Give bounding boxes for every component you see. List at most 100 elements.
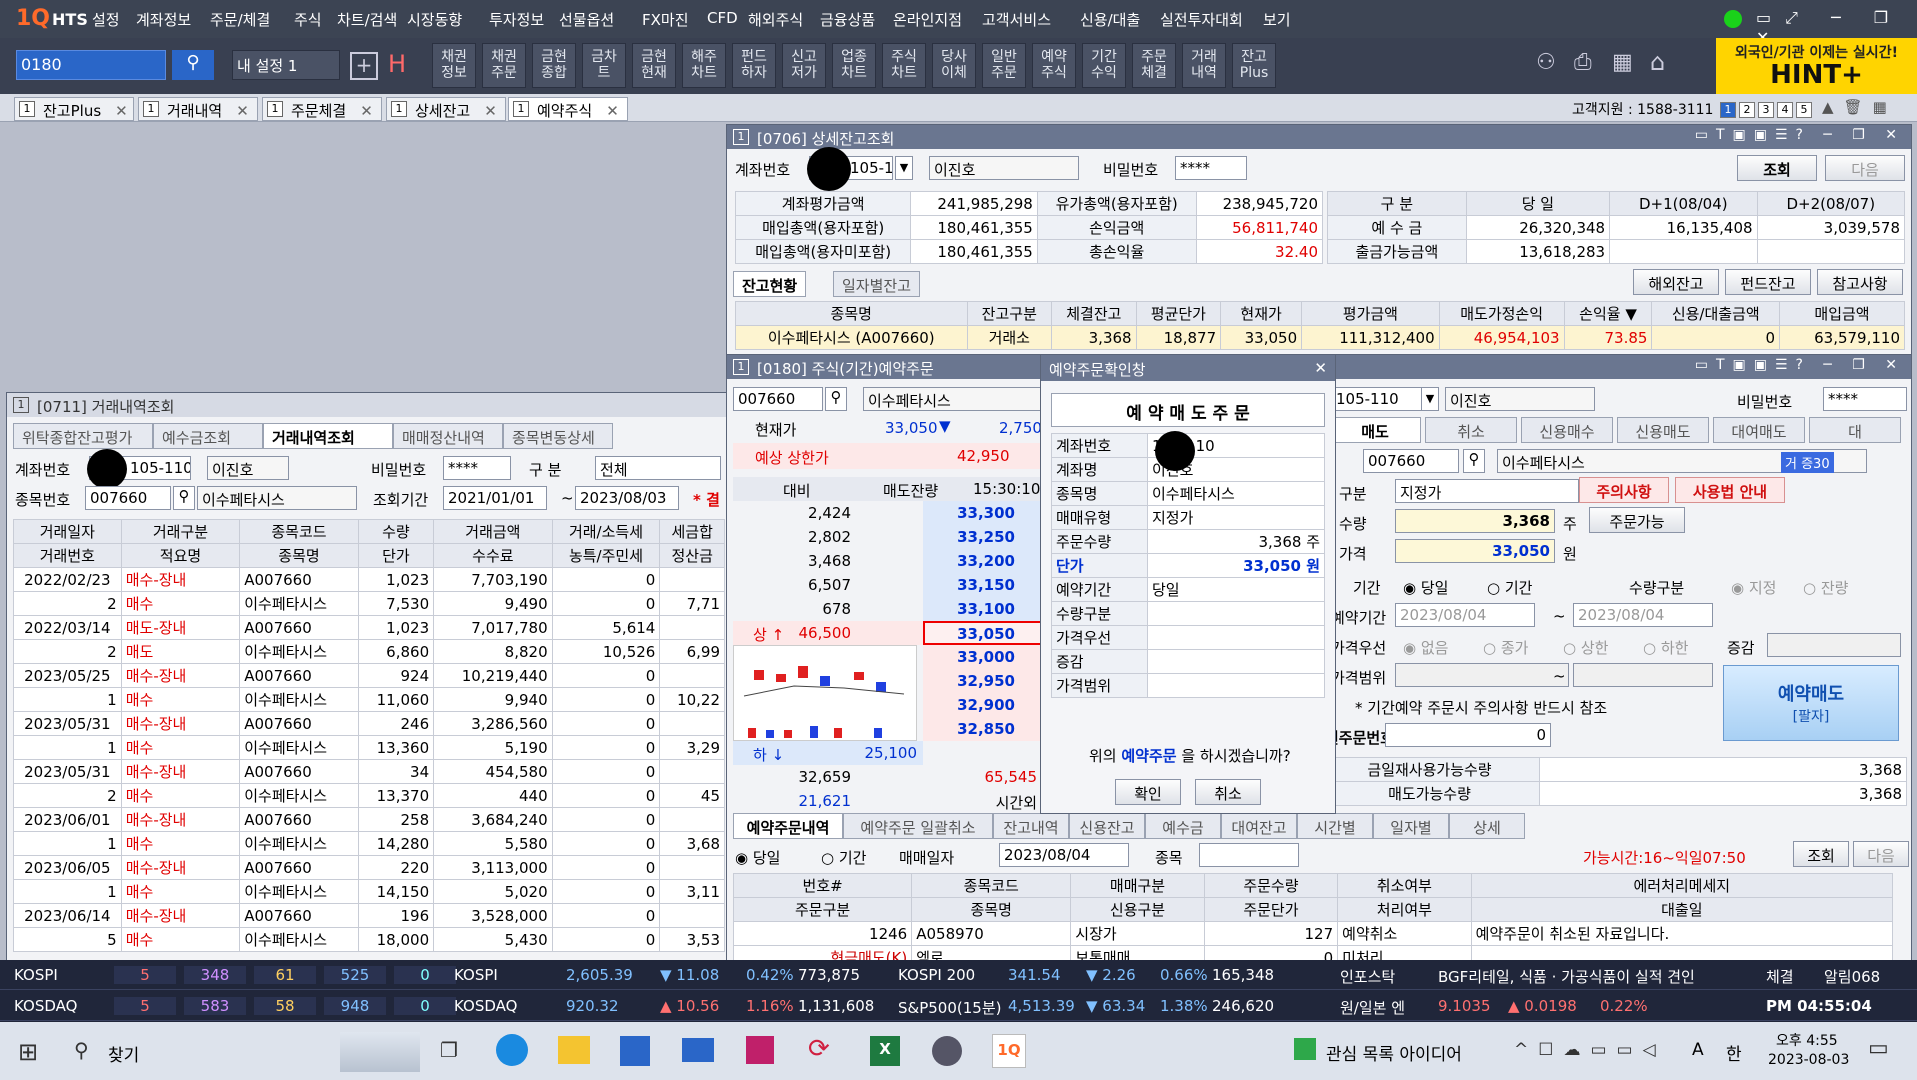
balance-subtab[interactable]: 잔고현황	[733, 271, 807, 297]
confirm-cancel-button[interactable]: 취소	[1195, 779, 1261, 805]
prio-none-radio[interactable]: ◉ 없음	[1403, 637, 1448, 658]
menu-item[interactable]: FX마진	[642, 9, 689, 30]
qty-remain-radio[interactable]: ○ 잔량	[1803, 577, 1848, 598]
table-row[interactable]: 1 매수 이수페타시스 14,150 5,020 0 3,11	[13, 879, 725, 904]
excel-icon[interactable]: X	[870, 1036, 900, 1066]
balance-next-button[interactable]: 다음	[1825, 155, 1905, 181]
close-icon[interactable]: ✕	[1314, 359, 1327, 377]
increment-input[interactable]	[1767, 633, 1901, 657]
print-icon[interactable]: ⎙	[1574, 50, 1592, 75]
menu-item[interactable]: 계좌정보	[136, 9, 191, 30]
sync-icon[interactable]: ⟳	[808, 1034, 830, 1064]
ticker-right-tab[interactable]: 알림068	[1824, 966, 1880, 987]
toolbar-shortcut-button[interactable]: 금차 트	[582, 43, 626, 88]
reserve-list-tab[interactable]: 잔고내역	[993, 813, 1069, 839]
orderable-button[interactable]: 주문가능	[1589, 507, 1685, 533]
balance-subtab[interactable]: 일자별잔고	[833, 271, 921, 297]
notification-icon[interactable]: ▭	[1868, 1036, 1889, 1061]
menu-item[interactable]: 실전투자대회	[1160, 9, 1243, 30]
range-to-input[interactable]	[1573, 663, 1713, 687]
toolbar-shortcut-button[interactable]: 주문 체결	[1132, 43, 1176, 88]
reserve-list-tab[interactable]: 대여잔고	[1221, 813, 1297, 839]
order-type-tab[interactable]: 매도	[1329, 417, 1421, 443]
balance-action-button[interactable]: 해외잔고	[1633, 269, 1719, 295]
tray-app-icon[interactable]	[1294, 1038, 1316, 1060]
table-row[interactable]: 2023/06/01 매수-장내 A007660 258 3,684,240 0	[13, 807, 725, 832]
table-row[interactable]: 1 매수 이수페타시스 13,360 5,190 0 3,29	[13, 735, 725, 760]
table-row[interactable]: 1 매수 이수페타시스 14,280 5,580 0 3,68	[13, 831, 725, 856]
order-stock-code-input[interactable]: 007660	[733, 387, 823, 411]
toolbar-shortcut-button[interactable]: 예약 주식	[1032, 43, 1076, 88]
hint-banner[interactable]: 외국인/기관 이제는 실시간! HINT+	[1716, 38, 1917, 94]
reserve-list-tab[interactable]: 상세	[1449, 813, 1525, 839]
table-row[interactable]: 2023/06/05 매수-장내 A007660 220 3,113,000 0	[13, 855, 725, 880]
screen-tab[interactable]: 1 거래내역 ✕	[138, 97, 258, 121]
table-row[interactable]: 1246 A058970 시장가 127 예약취소 예약주문이 취소된 자료입니다.	[732, 921, 1894, 946]
history-subtab[interactable]: 위탁종합잔고평가	[13, 423, 153, 449]
tool-icon[interactable]: H	[388, 50, 406, 78]
reserve-end-date[interactable]: 2023/08/04	[1573, 603, 1713, 627]
toolbar-shortcut-button[interactable]: 해주 차트	[682, 43, 726, 88]
ask-row[interactable]: 6,507 33,150	[733, 573, 1043, 597]
history-subtab[interactable]: 예수금조회	[153, 423, 263, 449]
screen-tab[interactable]: 1 주문체결 ✕	[262, 97, 382, 121]
toolbar-shortcut-button[interactable]: 일반 주문	[982, 43, 1026, 88]
app-circle-icon[interactable]	[932, 1036, 962, 1066]
page-number[interactable]: 2	[1739, 102, 1755, 118]
taskbar-search-label[interactable]: 찾기	[108, 1041, 139, 1066]
menu-item[interactable]: 금융상품	[820, 9, 875, 30]
hts-taskbar-icon[interactable]: 1Q	[992, 1034, 1026, 1068]
table-row[interactable]: 2023/06/14 매수-장내 A007660 196 3,528,000 0	[13, 903, 725, 928]
search-icon[interactable]: ⚲	[173, 486, 195, 510]
menu-item[interactable]: 고객서비스	[982, 9, 1051, 30]
balance-action-button[interactable]: 펀드잔고	[1725, 269, 1811, 295]
table-row[interactable]: 2023/05/31 매수-장내 A007660 246 3,286,560 0	[13, 711, 725, 736]
tray-icons[interactable]: ^☐☁▭▭◁	[1514, 1040, 1666, 1060]
preset-select[interactable]: 내 설정 1	[232, 50, 340, 80]
close-icon[interactable]: ✕	[484, 102, 497, 120]
order-type-select[interactable]: 지정가	[1395, 479, 1579, 503]
term-period-radio[interactable]: ○ 기간	[1487, 577, 1532, 598]
search-icon[interactable]: ⚲	[74, 1038, 89, 1062]
guide-button[interactable]: 사용법 안내	[1675, 477, 1785, 503]
order-type-tab[interactable]: 대	[1809, 417, 1901, 443]
reserve-list-tab[interactable]: 신용잔고	[1069, 813, 1145, 839]
table-row[interactable]: 5 매수 이수페타시스 18,000 5,430 0 3,53	[13, 927, 725, 952]
bid-price[interactable]: 32,850	[923, 717, 1043, 741]
search-icon[interactable]: ⚲	[172, 50, 214, 80]
prio-low-radio[interactable]: ○ 하한	[1643, 637, 1688, 658]
order-price-input[interactable]: 33,050	[1395, 539, 1555, 563]
history-subtab[interactable]: 거래내역조회	[263, 423, 393, 449]
menu-item[interactable]: 신용/대출	[1080, 9, 1140, 30]
history-to-date[interactable]: 2023/08/03	[575, 486, 679, 510]
screen-tab[interactable]: 1 잔고Plus ✕	[14, 97, 134, 121]
history-password-input[interactable]: ****	[443, 456, 511, 480]
reserve-list-tab[interactable]: 예약주문내역	[733, 813, 843, 839]
ask-row[interactable]: 2,802 33,250	[733, 525, 1043, 549]
toolbar-shortcut-button[interactable]: 당사 이체	[932, 43, 976, 88]
app-icon[interactable]	[746, 1036, 774, 1064]
taskview-icon[interactable]: ❐	[440, 1038, 458, 1062]
prio-close-radio[interactable]: ○ 종가	[1483, 637, 1528, 658]
menu-item[interactable]: 보기	[1263, 9, 1291, 30]
reserve-start-date[interactable]: 2023/08/04	[1395, 603, 1535, 627]
order-account-input[interactable]: 105-110	[1331, 387, 1431, 411]
ime-indicator[interactable]: A	[1692, 1040, 1704, 1060]
toolbar-shortcut-button[interactable]: 금현 현재	[632, 43, 676, 88]
bid-price[interactable]: 33,000	[923, 645, 1043, 669]
close-icon[interactable]: ✕	[606, 102, 619, 120]
store-icon[interactable]	[620, 1036, 650, 1066]
balance-query-button[interactable]: 조회	[1737, 155, 1817, 181]
balance-action-button[interactable]: 참고사항	[1817, 269, 1903, 295]
lang-indicator[interactable]: 한	[1726, 1040, 1742, 1065]
ask-row[interactable]: 678 33,100	[733, 597, 1043, 621]
term-today-radio[interactable]: ◉ 당일	[1403, 577, 1448, 598]
windows-start-icon[interactable]: ⊞	[18, 1038, 38, 1066]
table-row[interactable]: 2022/03/14 매도-장내 A007660 1,023 7,017,780 5,61…	[13, 615, 725, 640]
toolbar-shortcut-button[interactable]: 신고 저가	[782, 43, 826, 88]
toolbar-shortcut-button[interactable]: 업종 차트	[832, 43, 876, 88]
reserve-list-tab[interactable]: 일자별	[1373, 813, 1449, 839]
order-type-tab[interactable]: 취소	[1425, 417, 1517, 443]
ticker-right-tab[interactable]: 체결	[1766, 966, 1794, 987]
add-icon[interactable]: +	[350, 52, 378, 80]
